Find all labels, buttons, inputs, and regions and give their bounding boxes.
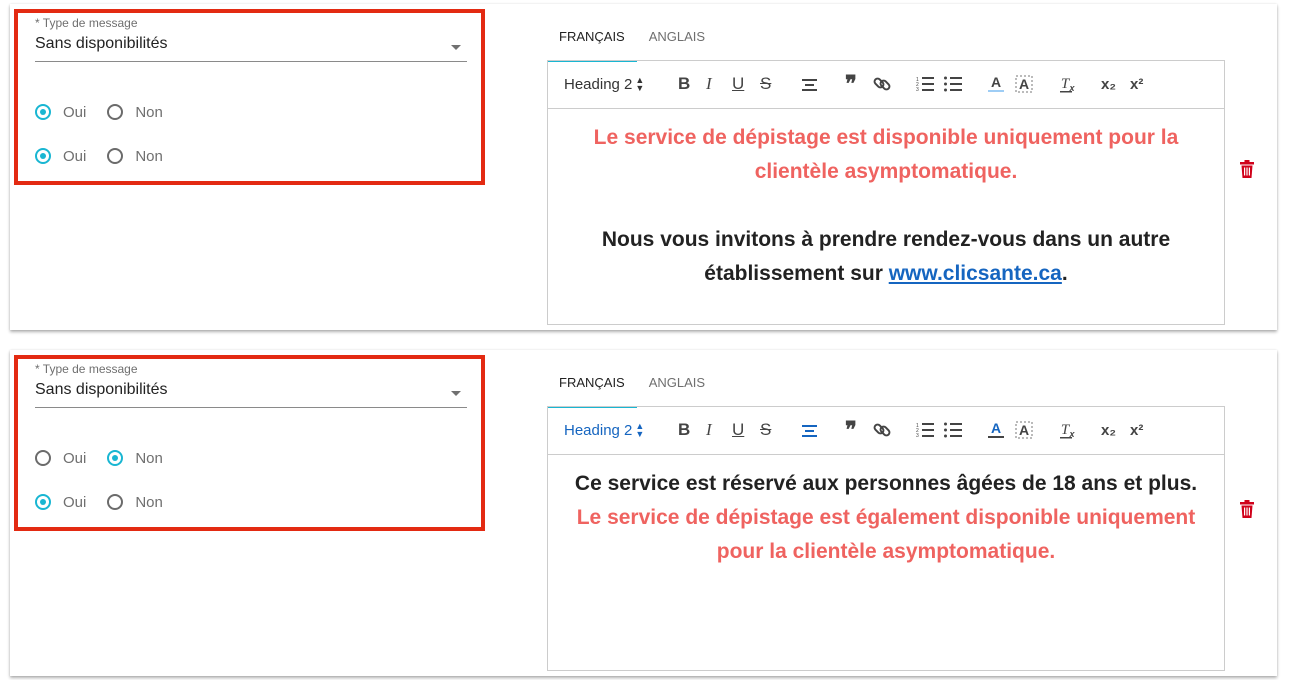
svg-text:3: 3 bbox=[916, 433, 919, 438]
highlight-color-icon[interactable]: A bbox=[1015, 74, 1033, 94]
radio-label-non: Non bbox=[135, 449, 163, 467]
italic-icon[interactable]: I bbox=[706, 74, 712, 94]
clear-format-icon[interactable]: Tx bbox=[1059, 74, 1077, 94]
svg-text:A: A bbox=[991, 75, 1001, 90]
dropdown-arrow-icon[interactable] bbox=[451, 45, 461, 50]
radio-group-2: Oui Non bbox=[35, 490, 184, 514]
tab-anglais[interactable]: ANGLAIS bbox=[637, 370, 717, 406]
svg-text:3: 3 bbox=[916, 87, 919, 92]
radio-oui[interactable]: Oui bbox=[35, 450, 86, 467]
radio-label-oui: Oui bbox=[63, 147, 87, 165]
message-text-dark-start: Nous vous invitons à prendre rendez-vous… bbox=[601, 228, 1171, 285]
radio-non[interactable]: Non bbox=[107, 104, 163, 121]
radio-oui[interactable]: Oui bbox=[35, 494, 86, 511]
message-card-2: * Type de message Sans disponibilités Ou… bbox=[10, 350, 1277, 676]
underline-icon[interactable]: U bbox=[732, 420, 744, 440]
italic-icon[interactable]: I bbox=[706, 420, 712, 440]
link-icon[interactable] bbox=[873, 74, 891, 94]
superscript-icon[interactable]: x² bbox=[1130, 420, 1143, 440]
heading-select[interactable]: Heading 2 ▲ ▼ bbox=[564, 420, 644, 440]
message-text-red: Le service de dépistage est disponible u… bbox=[593, 126, 1179, 183]
message-text-dark: Ce service est réservé aux personnes âgé… bbox=[574, 472, 1198, 495]
bullet-list-icon[interactable] bbox=[944, 74, 962, 94]
radio-label-non: Non bbox=[135, 103, 163, 121]
align-center-icon[interactable] bbox=[802, 74, 817, 94]
message-type-select[interactable]: * Type de message Sans disponibilités bbox=[35, 14, 467, 62]
tab-francais[interactable]: FRANÇAIS bbox=[547, 24, 637, 62]
message-text-dark: Nous vous invitons à prendre rendez-vous… bbox=[564, 223, 1208, 291]
radio-checked-icon[interactable] bbox=[107, 450, 124, 466]
radio-label-oui: Oui bbox=[63, 493, 87, 511]
radio-label-non: Non bbox=[135, 493, 163, 511]
highlight-color-icon[interactable]: A bbox=[1015, 420, 1033, 440]
bullet-list-icon[interactable] bbox=[944, 420, 962, 440]
text-color-icon[interactable]: A bbox=[988, 74, 1004, 94]
svg-text:A: A bbox=[991, 421, 1001, 436]
radio-group-2: Oui Non bbox=[35, 144, 184, 168]
radio-checked-icon[interactable] bbox=[35, 494, 51, 510]
message-text-red: Le service de dépistage est également di… bbox=[576, 506, 1196, 563]
dropdown-arrow-icon[interactable] bbox=[451, 391, 461, 396]
radio-unchecked-icon[interactable] bbox=[107, 148, 124, 164]
message-type-label: * Type de message bbox=[35, 16, 138, 30]
subscript-icon[interactable]: x₂ bbox=[1101, 420, 1116, 440]
ordered-list-icon[interactable]: 123 bbox=[916, 420, 934, 440]
radio-non[interactable]: Non bbox=[107, 148, 163, 165]
underline-icon[interactable]: U bbox=[732, 74, 744, 94]
heading-select-value: Heading 2 bbox=[564, 75, 633, 93]
editor-content[interactable]: Le service de dépistage est disponible u… bbox=[564, 109, 1208, 324]
radio-unchecked-icon[interactable] bbox=[107, 494, 124, 510]
radio-group-1: Oui Non bbox=[35, 100, 184, 124]
radio-oui[interactable]: Oui bbox=[35, 104, 86, 121]
radio-label-non: Non bbox=[135, 147, 163, 165]
radio-non[interactable]: Non bbox=[107, 450, 163, 467]
editor-toolbar: Heading 2 ▲ ▼ B I U S ❞ 123 A A T x x₂ x… bbox=[548, 61, 1224, 109]
tab-anglais[interactable]: ANGLAIS bbox=[637, 24, 717, 60]
tab-francais[interactable]: FRANÇAIS bbox=[547, 370, 637, 408]
blockquote-icon[interactable]: ❞ bbox=[845, 71, 857, 96]
message-text-dark-end: . bbox=[1061, 262, 1068, 285]
radio-label-oui: Oui bbox=[63, 103, 87, 121]
editor-toolbar: Heading 2 ▲ ▼ B I U S ❞ 123 A A T x x₂ x… bbox=[548, 407, 1224, 455]
radio-non[interactable]: Non bbox=[107, 494, 163, 511]
radio-label-oui: Oui bbox=[63, 449, 87, 467]
delete-trash-icon[interactable] bbox=[1240, 500, 1254, 518]
clear-format-icon[interactable]: Tx bbox=[1059, 420, 1077, 440]
radio-group-1: Oui Non bbox=[35, 446, 184, 470]
ordered-list-icon[interactable]: 123 bbox=[916, 74, 934, 94]
strikethrough-icon[interactable]: S bbox=[760, 420, 771, 440]
language-tabs: FRANÇAIS ANGLAIS bbox=[547, 24, 717, 62]
message-type-value: Sans disponibilités bbox=[35, 35, 168, 52]
link-icon[interactable] bbox=[873, 420, 891, 440]
clicsante-link[interactable]: www.clicsante.ca bbox=[889, 262, 1062, 285]
updown-arrow-icon: ▲ ▼ bbox=[635, 75, 645, 93]
updown-arrow-icon: ▲ ▼ bbox=[635, 421, 645, 439]
radio-oui[interactable]: Oui bbox=[35, 148, 86, 165]
rich-text-editor: Heading 2 ▲ ▼ B I U S ❞ 123 A A T x x₂ x… bbox=[547, 60, 1225, 325]
language-tabs: FRANÇAIS ANGLAIS bbox=[547, 370, 717, 408]
editor-content[interactable]: Ce service est réservé aux personnes âgé… bbox=[564, 455, 1208, 670]
subscript-icon[interactable]: x₂ bbox=[1101, 74, 1116, 94]
heading-select-value: Heading 2 bbox=[564, 421, 633, 439]
superscript-icon[interactable]: x² bbox=[1130, 74, 1143, 94]
strikethrough-icon[interactable]: S bbox=[760, 74, 771, 94]
message-type-value: Sans disponibilités bbox=[35, 381, 168, 398]
svg-text:A: A bbox=[1019, 76, 1029, 92]
delete-trash-icon[interactable] bbox=[1240, 160, 1254, 178]
radio-checked-icon[interactable] bbox=[35, 148, 51, 164]
radio-unchecked-icon[interactable] bbox=[35, 450, 51, 466]
message-card-1: * Type de message Sans disponibilités Ou… bbox=[10, 4, 1277, 330]
radio-unchecked-icon[interactable] bbox=[107, 104, 124, 120]
bold-icon[interactable]: B bbox=[678, 74, 690, 94]
blockquote-icon[interactable]: ❞ bbox=[845, 417, 857, 442]
svg-text:A: A bbox=[1019, 422, 1029, 438]
radio-checked-icon[interactable] bbox=[35, 104, 51, 120]
align-center-icon[interactable] bbox=[802, 420, 817, 440]
heading-select[interactable]: Heading 2 ▲ ▼ bbox=[564, 74, 644, 94]
message-type-label: * Type de message bbox=[35, 362, 138, 376]
rich-text-editor: Heading 2 ▲ ▼ B I U S ❞ 123 A A T x x₂ x… bbox=[547, 406, 1225, 671]
message-type-select[interactable]: * Type de message Sans disponibilités bbox=[35, 360, 467, 408]
text-color-icon[interactable]: A bbox=[988, 420, 1004, 440]
bold-icon[interactable]: B bbox=[678, 420, 690, 440]
